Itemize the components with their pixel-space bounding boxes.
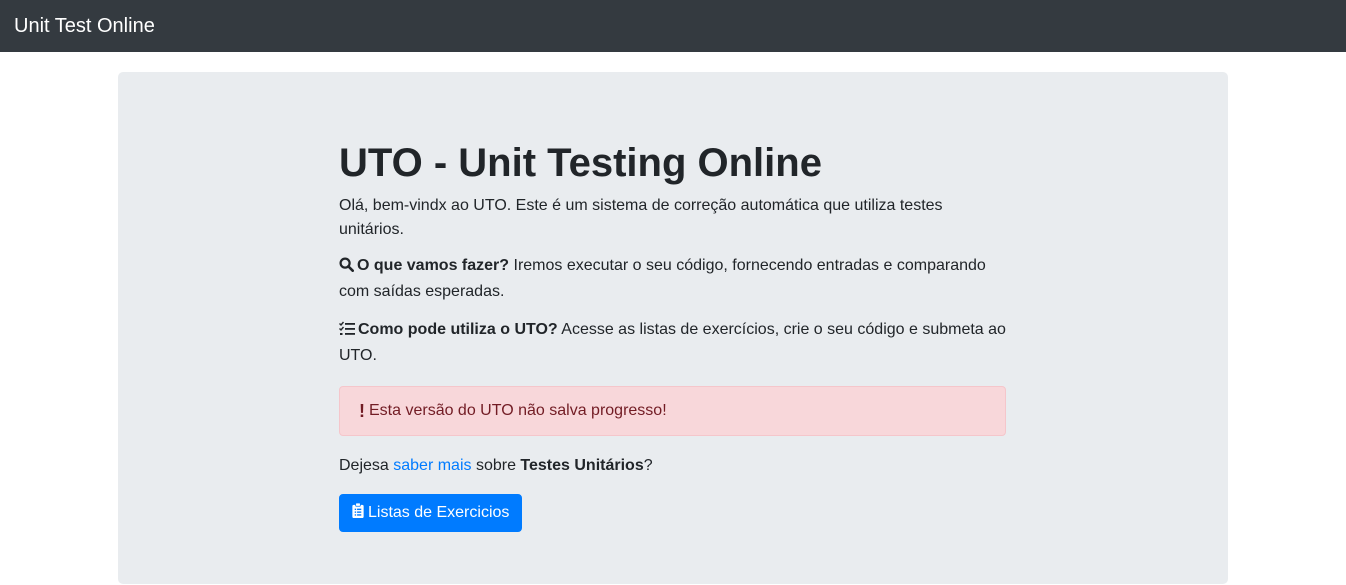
how-paragraph: Como pode utiliza o UTO? Acesse as lista… xyxy=(339,318,1006,368)
learn-more-suffix: ? xyxy=(643,457,653,474)
list-check-icon xyxy=(339,320,355,344)
learn-more-bold: Testes Unitários xyxy=(520,457,644,474)
alert-text: Esta versão do UTO não salva progresso! xyxy=(369,402,667,419)
how-question: Como pode utiliza o UTO? xyxy=(358,321,558,338)
exclamation-icon: ! xyxy=(359,400,365,421)
search-icon xyxy=(339,256,355,280)
learn-more-link[interactable]: saber mais xyxy=(393,457,471,474)
what-question: O que vamos fazer? xyxy=(357,257,510,274)
jumbotron: UTO - Unit Testing Online Olá, bem-vindx… xyxy=(118,72,1228,584)
navbar: Unit Test Online xyxy=(0,0,1346,52)
what-paragraph: O que vamos fazer? Iremos executar o seu… xyxy=(339,254,1006,304)
navbar-brand[interactable]: Unit Test Online xyxy=(14,15,155,38)
clipboard-icon xyxy=(352,502,364,523)
learn-more-middle: sobre xyxy=(471,457,521,474)
learn-more-paragraph: Dejesa saber mais sobre Testes Unitários… xyxy=(339,454,1006,478)
exercise-lists-button-label: Listas de Exercicios xyxy=(368,504,510,521)
alert-warning: ! Esta versão do UTO não salva progresso… xyxy=(339,386,1006,436)
jumbotron-content: UTO - Unit Testing Online Olá, bem-vindx… xyxy=(339,140,1006,532)
intro-text: Olá, bem-vindx ao UTO. Este é um sistema… xyxy=(339,197,943,238)
exercise-lists-button[interactable]: Listas de Exercicios xyxy=(339,494,523,532)
page-title: UTO - Unit Testing Online xyxy=(339,141,822,185)
learn-more-prefix: Dejesa xyxy=(339,457,394,474)
